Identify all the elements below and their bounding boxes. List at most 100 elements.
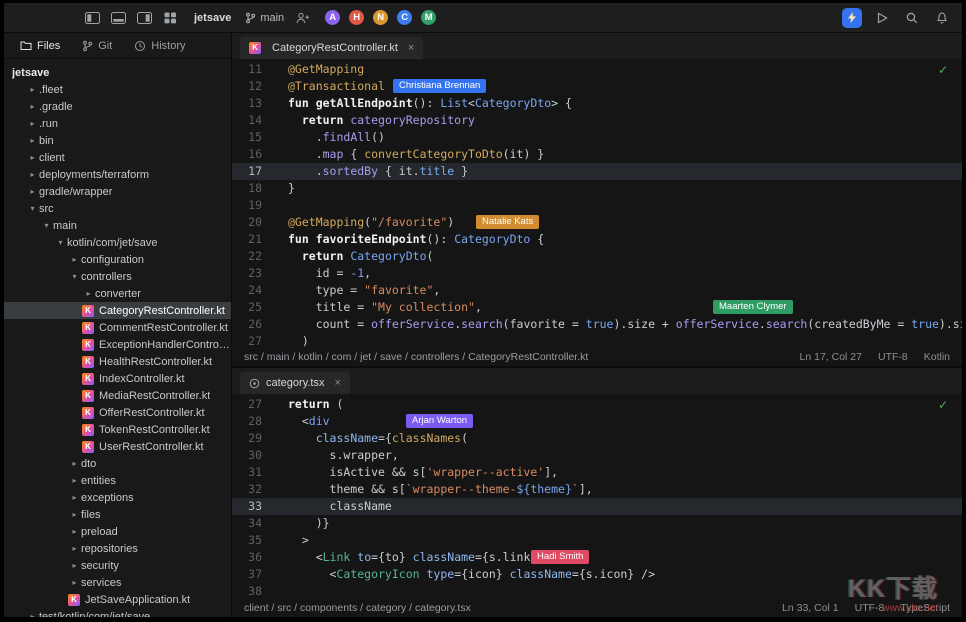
tree-item-mediarestcontroller-kt[interactable]: KMediaRestController.kt — [4, 387, 231, 404]
code-line-31[interactable]: 31 isActive && s['wrapper--active'], — [232, 464, 962, 481]
code-line-18[interactable]: 18} — [232, 180, 962, 197]
code-line-27[interactable]: 27 ) — [232, 333, 962, 348]
tree-item-repositories[interactable]: ▸repositories — [4, 540, 231, 557]
search-icon[interactable] — [902, 8, 922, 28]
sidebar-tab-history[interactable]: History — [124, 37, 195, 55]
code-line-17[interactable]: 17 .sortedBy { it.title } — [232, 163, 962, 180]
code-line-13[interactable]: 13fun getAllEndpoint(): List<CategoryDto… — [232, 95, 962, 112]
code-line-26[interactable]: 26 count = offerService.search(favorite … — [232, 316, 962, 333]
code-line-16[interactable]: 16 .map { convertCategoryToDto(it) } — [232, 146, 962, 163]
tree-item-entities[interactable]: ▸entities — [4, 472, 231, 489]
tree-item-jetsave[interactable]: jetsave — [4, 64, 231, 81]
editor-tab-categoryrestcontroller-kt[interactable]: K CategoryRestController.kt × — [240, 37, 423, 59]
avatar-c[interactable]: C — [395, 8, 414, 27]
breadcrumb[interactable]: client / src / components / category / c… — [244, 602, 766, 614]
sidebar-tab-git[interactable]: Git — [72, 37, 122, 55]
code-line-29[interactable]: 29 className={classNames( — [232, 430, 962, 447]
toggle-bottom-panel-icon[interactable] — [108, 8, 128, 28]
tree-item-commentrestcontroller-kt[interactable]: KCommentRestController.kt — [4, 319, 231, 336]
tree-item-converter[interactable]: ▸converter — [4, 285, 231, 302]
code-editor-kotlin[interactable]: 11@GetMapping12@TransactionalChristiana … — [232, 59, 962, 348]
tree-item-gradle[interactable]: ▸.gradle — [4, 98, 231, 115]
tree-item-files[interactable]: ▸files — [4, 506, 231, 523]
file-encoding[interactable]: UTF-8 — [878, 351, 908, 363]
tree-item-client[interactable]: ▸client — [4, 149, 231, 166]
project-name[interactable]: jetsave — [194, 12, 231, 24]
tabbar-tsx: category.tsx × — [232, 368, 962, 394]
code-line-25[interactable]: 25 title = "My collection",Maarten Clyme… — [232, 299, 962, 316]
code-line-27[interactable]: 27return ( — [232, 396, 962, 413]
tree-item-test-kotlin-com-jet-save[interactable]: ▸test/kotlin/com/jet/save — [4, 608, 231, 617]
tree-item-bin[interactable]: ▸bin — [4, 132, 231, 149]
tree-item-deployments-terraform[interactable]: ▸deployments/terraform — [4, 166, 231, 183]
kotlin-file-icon: K — [68, 594, 80, 606]
code-editor-tsx[interactable]: 27return (28 <divArjan Warton29 classNam… — [232, 394, 962, 599]
tree-item-healthrestcontroller-kt[interactable]: KHealthRestController.kt — [4, 353, 231, 370]
code-line-14[interactable]: 14 return categoryRepository — [232, 112, 962, 129]
avatar-h[interactable]: H — [347, 8, 366, 27]
tree-item-categoryrestcontroller-kt[interactable]: KCategoryRestController.kt — [4, 302, 231, 319]
notifications-bell-icon[interactable] — [932, 8, 952, 28]
avatar-a[interactable]: A — [323, 8, 342, 27]
code-line-36[interactable]: 36 <Link to={to} className={s.link}>Hadi… — [232, 549, 962, 566]
tree-item-run[interactable]: ▸.run — [4, 115, 231, 132]
tree-item-controllers[interactable]: ▾controllers — [4, 268, 231, 285]
tree-item-offerrestcontroller-kt[interactable]: KOfferRestController.kt — [4, 404, 231, 421]
close-tab-icon[interactable]: × — [408, 42, 414, 54]
code-line-11[interactable]: 11@GetMapping — [232, 61, 962, 78]
code-line-32[interactable]: 32 theme && s[`wrapper--theme-${theme}`]… — [232, 481, 962, 498]
caret-position[interactable]: Ln 33, Col 1 — [782, 602, 839, 614]
tree-item-configuration[interactable]: ▸configuration — [4, 251, 231, 268]
tree-item-indexcontroller-kt[interactable]: KIndexController.kt — [4, 370, 231, 387]
close-tab-icon[interactable]: × — [335, 377, 341, 389]
code-line-22[interactable]: 22 return CategoryDto( — [232, 248, 962, 265]
tree-item-exceptions[interactable]: ▸exceptions — [4, 489, 231, 506]
code-line-24[interactable]: 24 type = "favorite", — [232, 282, 962, 299]
file-language[interactable]: TypeScript — [900, 602, 950, 614]
kotlin-file-icon: K — [82, 373, 94, 385]
tree-item-services[interactable]: ▸services — [4, 574, 231, 591]
file-language[interactable]: Kotlin — [924, 351, 950, 363]
breadcrumb[interactable]: src / main / kotlin / com / jet / save /… — [244, 351, 784, 363]
code-line-34[interactable]: 34 )} — [232, 515, 962, 532]
kotlin-file-icon: K — [82, 441, 94, 453]
code-line-20[interactable]: 20@GetMapping("/favorite")Natalie Kats — [232, 214, 962, 231]
code-line-38[interactable]: 38 — [232, 583, 962, 599]
tree-item-kotlin-com-jet-save[interactable]: ▾kotlin/com/jet/save — [4, 234, 231, 251]
branch-selector[interactable]: main — [245, 12, 284, 24]
layout-grid-icon[interactable] — [160, 8, 180, 28]
toggle-left-panel-icon[interactable] — [82, 8, 102, 28]
code-line-23[interactable]: 23 id = -1, — [232, 265, 962, 282]
tree-item-security[interactable]: ▸security — [4, 557, 231, 574]
invite-collaborator-button[interactable] — [296, 12, 310, 24]
tree-item-gradle-wrapper[interactable]: ▸gradle/wrapper — [4, 183, 231, 200]
file-encoding[interactable]: UTF-8 — [855, 602, 885, 614]
avatar-n[interactable]: N — [371, 8, 390, 27]
code-line-33[interactable]: 33 className — [232, 498, 962, 515]
code-line-30[interactable]: 30 s.wrapper, — [232, 447, 962, 464]
tree-item-main[interactable]: ▾main — [4, 217, 231, 234]
collab-cursor-maarten-clymer: Maarten Clymer — [713, 300, 793, 314]
sidebar-tab-files[interactable]: Files — [10, 37, 70, 55]
code-line-12[interactable]: 12@TransactionalChristiana Brennan — [232, 78, 962, 95]
avatar-m[interactable]: M — [419, 8, 438, 27]
toggle-right-panel-icon[interactable] — [134, 8, 154, 28]
tree-item-userrestcontroller-kt[interactable]: KUserRestController.kt — [4, 438, 231, 455]
tree-item-jetsaveapplication-kt[interactable]: KJetSaveApplication.kt — [4, 591, 231, 608]
smart-mode-button[interactable] — [842, 8, 862, 28]
run-button[interactable] — [872, 8, 892, 28]
tree-item-dto[interactable]: ▸dto — [4, 455, 231, 472]
tree-item-tokenrestcontroller-kt[interactable]: KTokenRestController.kt — [4, 421, 231, 438]
code-line-28[interactable]: 28 <divArjan Warton — [232, 413, 962, 430]
tree-item-fleet[interactable]: ▸.fleet — [4, 81, 231, 98]
code-line-19[interactable]: 19 — [232, 197, 962, 214]
tree-item-preload[interactable]: ▸preload — [4, 523, 231, 540]
code-line-37[interactable]: 37 <CategoryIcon type={icon} className={… — [232, 566, 962, 583]
editor-tab-category-tsx[interactable]: category.tsx × — [240, 372, 350, 394]
caret-position[interactable]: Ln 17, Col 27 — [800, 351, 862, 363]
tree-item-src[interactable]: ▾src — [4, 200, 231, 217]
code-line-35[interactable]: 35 > — [232, 532, 962, 549]
code-line-21[interactable]: 21fun favoriteEndpoint(): CategoryDto { — [232, 231, 962, 248]
code-line-15[interactable]: 15 .findAll() — [232, 129, 962, 146]
tree-item-exceptionhandlercontroller[interactable]: KExceptionHandlerController — [4, 336, 231, 353]
